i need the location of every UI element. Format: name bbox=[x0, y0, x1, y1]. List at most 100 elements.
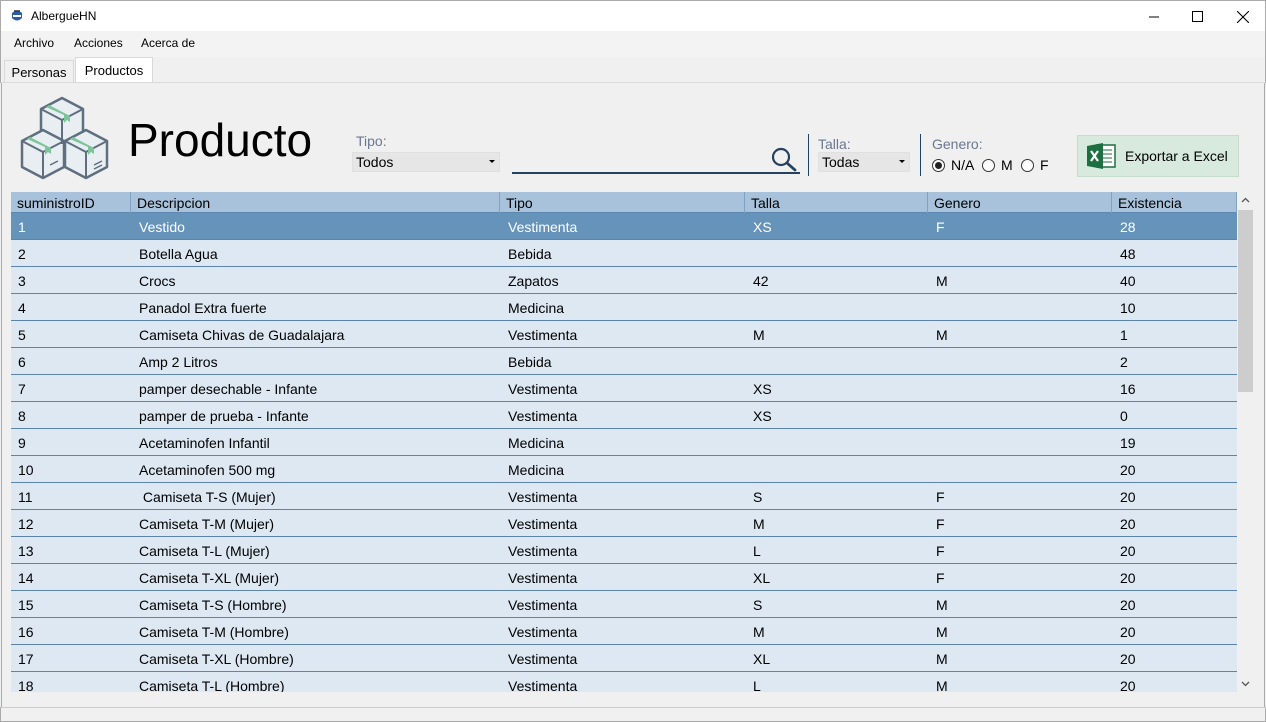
radio-f[interactable] bbox=[1021, 158, 1034, 172]
table-cell-existencia: 20 bbox=[1120, 624, 1136, 640]
table-cell-suministro-id: 6 bbox=[18, 354, 26, 370]
table-cell-tipo: Vestimenta bbox=[508, 219, 578, 235]
table-cell-tipo: Vestimenta bbox=[508, 597, 578, 613]
menu-archivo[interactable]: Archivo bbox=[14, 36, 54, 50]
table-cell-talla: L bbox=[753, 678, 761, 692]
export-excel-button[interactable]: Exportar a Excel bbox=[1077, 135, 1239, 177]
scroll-down-icon[interactable] bbox=[1241, 679, 1250, 688]
minimize-button[interactable] bbox=[1131, 1, 1177, 32]
table-cell-genero: M bbox=[936, 327, 948, 343]
close-button[interactable] bbox=[1220, 1, 1266, 32]
table-row[interactable]: 18 Camiseta T-L (Hombre) Vestimenta L M 20 bbox=[11, 672, 1237, 692]
table-cell-existencia: 20 bbox=[1120, 570, 1136, 586]
table-cell-descripcion: Camiseta T-XL (Hombre) bbox=[139, 651, 294, 667]
genero-option-label: M bbox=[1001, 157, 1013, 173]
table-row[interactable]: 4 Panadol Extra fuerte Medicina 10 bbox=[11, 294, 1237, 321]
table-cell-suministro-id: 9 bbox=[18, 435, 26, 451]
table-row[interactable]: 5 Camiseta Chivas de Guadalajara Vestiment… bbox=[11, 321, 1237, 348]
genero-option-m[interactable]: M bbox=[982, 157, 1013, 173]
tipo-select-value: Todos bbox=[356, 154, 394, 170]
table-row[interactable]: 6 Amp 2 Litros Bebida 2 bbox=[11, 348, 1237, 375]
table-cell-talla: M bbox=[753, 327, 765, 343]
table-row[interactable]: 10 Acetaminofen 500 mg Medicina 20 bbox=[11, 456, 1237, 483]
table-cell-descripcion: Amp 2 Litros bbox=[139, 354, 218, 370]
table-cell-existencia: 20 bbox=[1120, 462, 1136, 478]
search-icon[interactable] bbox=[770, 146, 798, 172]
menu-acerca-de[interactable]: Acerca de bbox=[141, 36, 195, 50]
column-header-existencia[interactable]: Existencia bbox=[1112, 192, 1237, 213]
talla-select[interactable]: Todas bbox=[818, 152, 910, 172]
table-row[interactable]: 14 Camiseta T-XL (Mujer) Vestimenta XL F 20 bbox=[11, 564, 1237, 591]
table-row[interactable]: 9 Acetaminofen Infantil Medicina 19 bbox=[11, 429, 1237, 456]
table-cell-suministro-id: 5 bbox=[18, 327, 26, 343]
tipo-label: Tipo: bbox=[356, 133, 387, 149]
table-cell-suministro-id: 10 bbox=[18, 462, 34, 478]
table-cell-descripcion: pamper desechable - Infante bbox=[139, 381, 318, 397]
genero-option-na[interactable]: N/A bbox=[932, 157, 974, 173]
column-header-descripcion[interactable]: Descripcion bbox=[131, 192, 500, 213]
table-cell-descripcion: Acetaminofen Infantil bbox=[139, 435, 270, 451]
talla-select-value: Todas bbox=[822, 154, 860, 170]
column-header-genero[interactable]: Genero bbox=[928, 192, 1112, 213]
table-row[interactable]: 7 pamper desechable - Infante Vestimenta XS… bbox=[11, 375, 1237, 402]
table-row[interactable]: 11 Camiseta T-S (Mujer) Vestimenta S F 20 bbox=[11, 483, 1237, 510]
table-cell-suministro-id: 7 bbox=[18, 381, 26, 397]
table-cell-tipo: Vestimenta bbox=[508, 381, 578, 397]
table-cell-talla: M bbox=[753, 516, 765, 532]
table-cell-genero bbox=[929, 402, 1113, 428]
table-cell-suministro-id: 2 bbox=[18, 246, 26, 262]
table-cell-suministro-id: 14 bbox=[18, 570, 34, 586]
table-cell-genero: F bbox=[936, 543, 945, 559]
table-cell-descripcion: Panadol Extra fuerte bbox=[139, 300, 267, 316]
table-cell-talla bbox=[746, 294, 929, 320]
column-header-suministro-id[interactable]: suministroID bbox=[11, 192, 131, 213]
title-bar: AlbergueHN bbox=[0, 0, 1266, 31]
talla-label: Talla: bbox=[818, 136, 851, 152]
table-row[interactable]: 1 Vestido Vestimenta XS F 28 bbox=[11, 213, 1237, 240]
table-cell-genero: M bbox=[936, 273, 948, 289]
table-cell-genero bbox=[929, 456, 1113, 482]
excel-icon bbox=[1087, 143, 1116, 169]
table-cell-suministro-id: 1 bbox=[18, 219, 26, 235]
maximize-button[interactable] bbox=[1174, 1, 1220, 32]
table-row[interactable]: 2 Botella Agua Bebida 48 bbox=[11, 240, 1237, 267]
search-input[interactable] bbox=[512, 148, 770, 172]
table-row[interactable]: 13 Camiseta T-L (Mujer) Vestimenta L F 20 bbox=[11, 537, 1237, 564]
radio-na[interactable] bbox=[932, 158, 945, 172]
genero-option-f[interactable]: F bbox=[1021, 157, 1049, 173]
table-row[interactable]: 12 Camiseta T-M (Mujer) Vestimenta M F 20 bbox=[11, 510, 1237, 537]
column-header-tipo[interactable]: Tipo bbox=[500, 192, 745, 213]
table-cell-descripcion: Acetaminofen 500 mg bbox=[139, 462, 276, 478]
tab-personas[interactable]: Personas bbox=[4, 60, 74, 82]
table-cell-suministro-id: 4 bbox=[18, 300, 26, 316]
radio-m[interactable] bbox=[982, 158, 995, 172]
table-cell-talla: M bbox=[753, 624, 765, 640]
vertical-scrollbar[interactable] bbox=[1237, 192, 1254, 692]
table-cell-tipo: Medicina bbox=[508, 462, 565, 478]
scrollbar-thumb[interactable] bbox=[1238, 210, 1253, 392]
table-cell-tipo: Vestimenta bbox=[508, 570, 578, 586]
table-cell-suministro-id: 3 bbox=[18, 273, 26, 289]
tipo-select[interactable]: Todos bbox=[352, 152, 500, 172]
table-cell-existencia: 40 bbox=[1120, 273, 1136, 289]
genero-option-label: N/A bbox=[951, 157, 975, 173]
table-cell-suministro-id: 12 bbox=[18, 516, 34, 532]
table-cell-suministro-id: 8 bbox=[18, 408, 26, 424]
menu-acciones[interactable]: Acciones bbox=[74, 36, 123, 50]
table-row[interactable]: 16 Camiseta T-M (Hombre) Vestimenta M M 20 bbox=[11, 618, 1237, 645]
table-cell-genero: M bbox=[936, 651, 948, 667]
scroll-up-icon[interactable] bbox=[1241, 196, 1250, 205]
table-row[interactable]: 15 Camiseta T-S (Hombre) Vestimenta S M 20 bbox=[11, 591, 1237, 618]
table-cell-tipo: Bebida bbox=[508, 354, 552, 370]
table-row[interactable]: 17 Camiseta T-XL (Hombre) Vestimenta XL M 20 bbox=[11, 645, 1237, 672]
table-row[interactable]: 3 Crocs Zapatos 42 M 40 bbox=[11, 267, 1237, 294]
window-title: AlbergueHN bbox=[31, 9, 97, 23]
table-cell-suministro-id: 16 bbox=[18, 624, 34, 640]
products-table[interactable]: suministroID Descripcion Tipo Talla Genero Ex… bbox=[11, 192, 1237, 692]
table-cell-existencia: 20 bbox=[1120, 678, 1136, 692]
table-row[interactable]: 8 pamper de prueba - Infante Vestimenta XS 0 bbox=[11, 402, 1237, 429]
table-cell-genero: F bbox=[936, 489, 945, 505]
tab-productos[interactable]: Productos bbox=[75, 57, 153, 83]
column-header-talla[interactable]: Talla bbox=[745, 192, 928, 213]
table-cell-talla bbox=[746, 456, 929, 482]
